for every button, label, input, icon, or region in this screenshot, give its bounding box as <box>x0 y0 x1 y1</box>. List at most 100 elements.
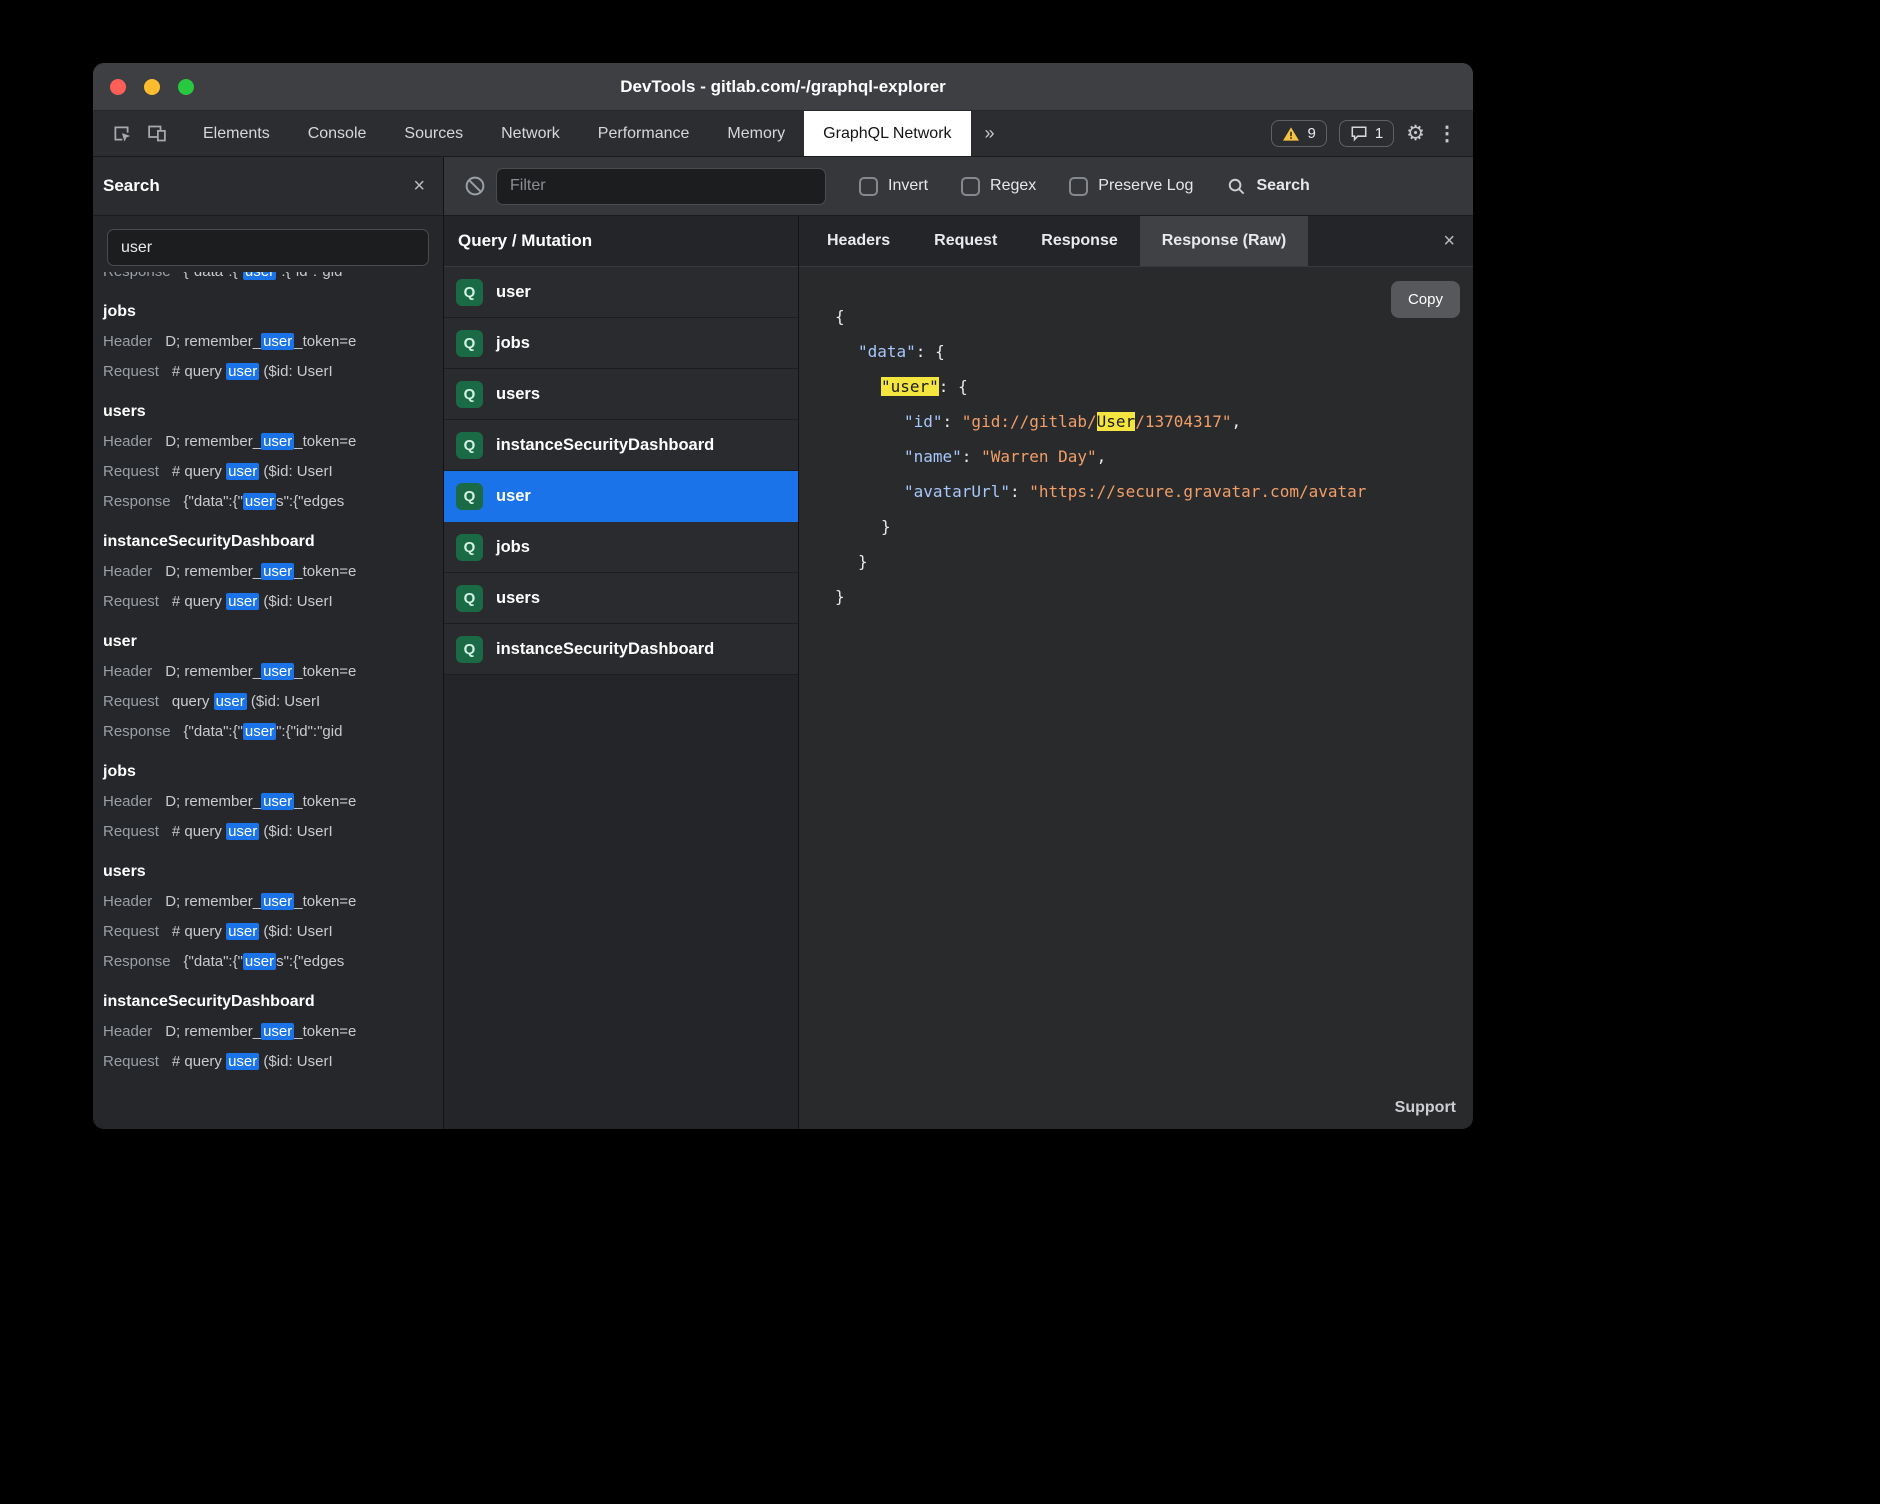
query-name: user <box>496 487 531 506</box>
search-result-line[interactable]: Response{"data":{"user":{"id":"gid <box>103 717 443 747</box>
inspect-element-icon[interactable] <box>111 123 132 144</box>
search-match-highlight: user <box>261 433 294 450</box>
search-match-highlight: user <box>243 272 276 280</box>
issues-badge[interactable]: 1 <box>1339 120 1394 147</box>
text-segment: # query <box>172 1053 226 1070</box>
query-list-item[interactable]: Qusers <box>444 573 798 624</box>
query-list-item[interactable]: QinstanceSecurityDashboard <box>444 624 798 675</box>
tab-memory[interactable]: Memory <box>708 111 804 156</box>
device-toolbar-icon[interactable] <box>146 123 168 144</box>
text-segment: } <box>835 587 845 606</box>
text-segment: : <box>943 412 962 431</box>
search-result-line[interactable]: Request# query user ($id: UserI <box>103 457 443 487</box>
json-line: { <box>835 299 1473 334</box>
text-segment: _token=e <box>294 433 356 450</box>
tab-graphql-network[interactable]: GraphQL Network <box>804 111 970 156</box>
response-tab-headers[interactable]: Headers <box>805 216 912 266</box>
preserve-log-checkbox[interactable] <box>1069 177 1088 196</box>
search-match-highlight: user <box>261 563 294 580</box>
search-input[interactable] <box>107 229 429 266</box>
search-result-line[interactable]: HeaderD; remember_user_token=e <box>103 887 443 917</box>
search-result-line[interactable]: Response{"data":{"users":{"edges <box>103 487 443 517</box>
copy-button[interactable]: Copy <box>1391 281 1460 318</box>
query-type-badge: Q <box>456 432 483 459</box>
support-link[interactable]: Support <box>1395 1099 1456 1117</box>
search-result-line[interactable]: HeaderD; remember_user_token=e <box>103 557 443 587</box>
search-result-line[interactable]: Request# query user ($id: UserI <box>103 357 443 387</box>
search-result-line[interactable]: Request# query user ($id: UserI <box>103 1047 443 1077</box>
filter-input[interactable] <box>496 168 826 205</box>
text-segment: query <box>172 693 214 710</box>
result-line-label: Request <box>103 1053 159 1070</box>
console-warnings-badge[interactable]: 9 <box>1271 120 1326 147</box>
tabbar-icons <box>93 111 184 156</box>
search-result-line[interactable]: Request# query user ($id: UserI <box>103 917 443 947</box>
response-tab-response-raw[interactable]: Response (Raw) <box>1140 216 1308 266</box>
response-panel-close-icon[interactable]: × <box>1443 216 1473 266</box>
text-segment: D; remember_ <box>165 793 261 810</box>
clear-filter-icon[interactable] <box>464 175 486 197</box>
search-result-group-title[interactable]: jobs <box>103 757 443 787</box>
tab-console[interactable]: Console <box>289 111 386 156</box>
tabbar-right: 9 1 ⚙ ⋮ <box>1271 111 1473 156</box>
text-segment: # query <box>172 463 226 480</box>
regex-checkbox[interactable] <box>961 177 980 196</box>
zoom-window-button[interactable] <box>178 79 194 95</box>
search-panel-close-icon[interactable]: × <box>413 175 425 198</box>
tab-sources[interactable]: Sources <box>385 111 482 156</box>
query-list-item[interactable]: Qjobs <box>444 318 798 369</box>
result-line-label: Header <box>103 793 152 810</box>
result-line-label: Response <box>103 272 171 280</box>
query-list-item[interactable]: Quser <box>444 267 798 318</box>
tab-performance[interactable]: Performance <box>579 111 709 156</box>
text-segment: D; remember_ <box>165 563 261 580</box>
search-result-line[interactable]: Request# query user ($id: UserI <box>103 587 443 617</box>
tab-elements[interactable]: Elements <box>184 111 289 156</box>
search-result-group-title[interactable]: instanceSecurityDashboard <box>103 527 443 557</box>
tab-network[interactable]: Network <box>482 111 579 156</box>
kebab-menu-icon[interactable]: ⋮ <box>1437 124 1457 144</box>
query-type-badge: Q <box>456 585 483 612</box>
result-line-label: Request <box>103 693 159 710</box>
search-result-group-title[interactable]: instanceSecurityDashboard <box>103 987 443 1017</box>
search-result-line[interactable]: HeaderD; remember_user_token=e <box>103 327 443 357</box>
result-line-label: Request <box>103 923 159 940</box>
search-panel-header: Search × <box>93 157 443 216</box>
response-tab-response[interactable]: Response <box>1019 216 1139 266</box>
query-list-item[interactable]: QinstanceSecurityDashboard <box>444 420 798 471</box>
text-segment: : <box>939 377 958 396</box>
response-tab-request[interactable]: Request <box>912 216 1019 266</box>
devtools-window: DevTools - gitlab.com/-/graphql-explorer… <box>93 63 1473 1129</box>
settings-gear-icon[interactable]: ⚙ <box>1406 123 1425 144</box>
search-result-group-title[interactable]: user <box>103 627 443 657</box>
text-segment: s":{"edges <box>276 493 344 510</box>
search-result-group-title[interactable]: jobs <box>103 297 443 327</box>
search-result-line[interactable]: HeaderD; remember_user_token=e <box>103 427 443 457</box>
query-list-item-selected[interactable]: Quser <box>444 471 798 522</box>
result-line-label: Response <box>103 493 171 510</box>
search-result-group-title[interactable]: users <box>103 857 443 887</box>
search-match-highlight: user <box>261 793 294 810</box>
text-segment: D; remember_ <box>165 1023 261 1040</box>
json-content: {"data": {"user": {"id": "gid://gitlab/U… <box>835 299 1473 614</box>
search-result-line[interactable]: Request# query user ($id: UserI <box>103 817 443 847</box>
search-result-line[interactable]: HeaderD; remember_user_token=e <box>103 657 443 687</box>
search-result-line[interactable]: Requestquery user ($id: UserI <box>103 687 443 717</box>
search-result-group-title[interactable]: users <box>103 397 443 427</box>
invert-checkbox-group: Invert <box>859 177 928 196</box>
toolbar-search-group[interactable]: Search <box>1227 177 1309 196</box>
search-partial-line[interactable]: Response{"data":{"user":{"id":"gid <box>103 272 443 287</box>
search-result-group: userHeaderD; remember_user_token=e Reques… <box>103 627 443 747</box>
query-name: user <box>496 283 531 302</box>
text-segment: ($id: UserI <box>259 463 332 480</box>
minimize-window-button[interactable] <box>144 79 160 95</box>
query-list-item[interactable]: Qusers <box>444 369 798 420</box>
query-list-item[interactable]: Qjobs <box>444 522 798 573</box>
more-tabs-chevron[interactable]: » <box>971 111 1009 156</box>
query-name: users <box>496 385 540 404</box>
search-result-line[interactable]: Response{"data":{"users":{"edges <box>103 947 443 977</box>
invert-checkbox[interactable] <box>859 177 878 196</box>
search-result-line[interactable]: HeaderD; remember_user_token=e <box>103 1017 443 1047</box>
close-window-button[interactable] <box>110 79 126 95</box>
search-result-line[interactable]: HeaderD; remember_user_token=e <box>103 787 443 817</box>
